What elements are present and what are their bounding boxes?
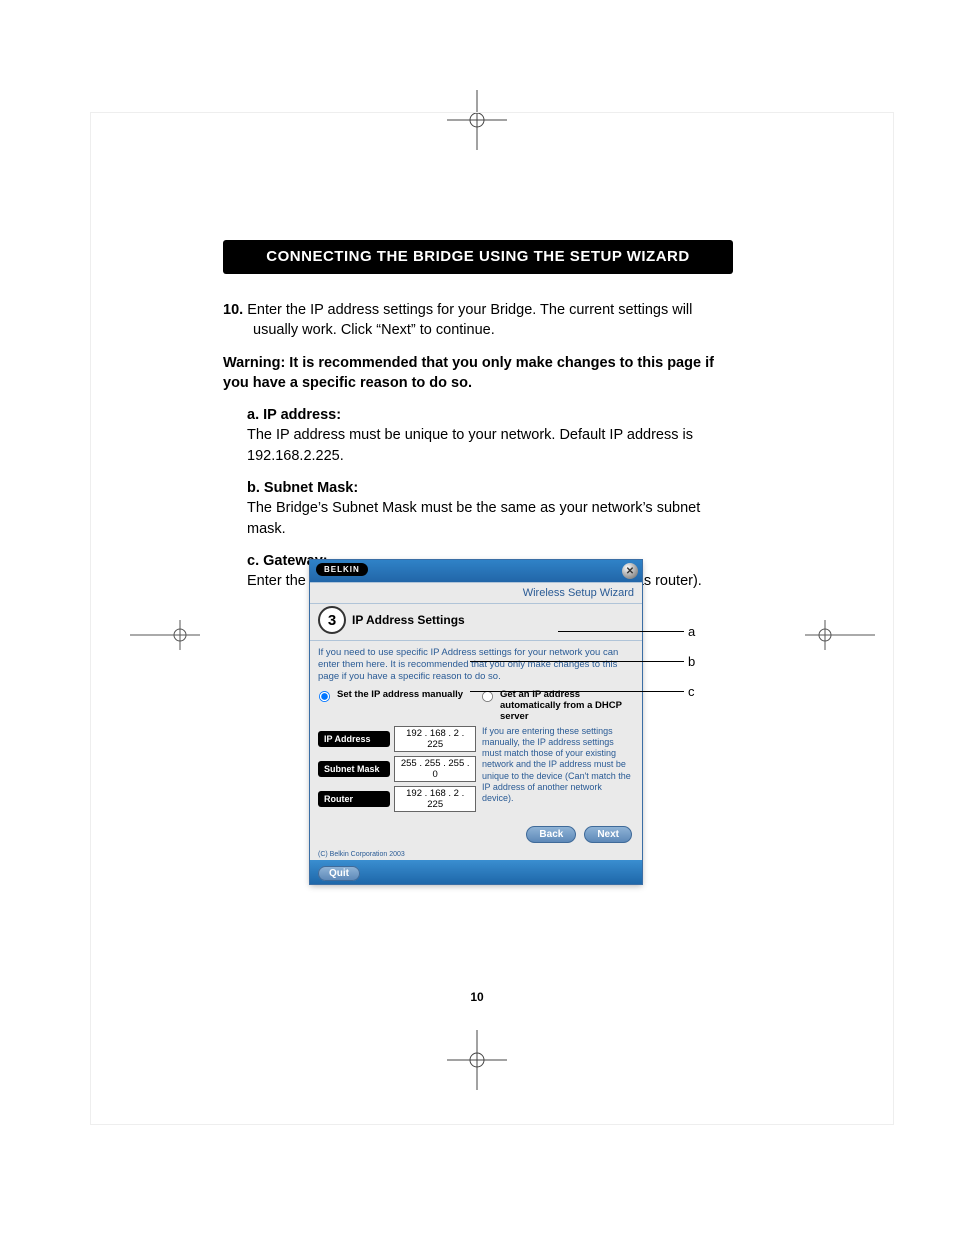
subnet-mask-input[interactable]: 255 . 255 . 255 . 0 [394, 756, 476, 782]
section-a: a. IP address: The IP address must be un… [223, 405, 733, 466]
wizard-buttons: Back Next [310, 820, 642, 849]
wizard-subheader: Wireless Setup Wizard [310, 582, 642, 604]
radio-manual-label: Set the IP address manually [337, 689, 463, 700]
radio-dhcp[interactable]: Get an IP address automatically from a D… [481, 689, 634, 722]
section-b: b. Subnet Mask: The Bridge’s Subnet Mask… [223, 478, 733, 539]
router-input[interactable]: 192 . 168 . 2 . 225 [394, 786, 476, 812]
callout-c: c [688, 684, 695, 699]
ip-address-input[interactable]: 192 . 168 . 2 . 225 [394, 726, 476, 752]
step-text: Enter the IP address settings for your B… [247, 302, 692, 338]
wizard-quit-bar: Quit [310, 860, 642, 884]
leader-line-b [470, 661, 684, 662]
back-button[interactable]: Back [526, 826, 576, 843]
wizard-body: If you need to use specific IP Address s… [310, 641, 642, 820]
page-number: 10 [0, 990, 954, 1004]
section-a-head: a. IP address: [247, 407, 341, 423]
crop-mark-bottom [447, 1030, 507, 1090]
section-title-ribbon: CONNECTING THE BRIDGE USING THE SETUP WI… [223, 240, 733, 274]
belkin-logo: BELKIN [316, 563, 368, 576]
callout-a: a [688, 624, 695, 639]
ip-fields: IP Address 192 . 168 . 2 . 225 Subnet Ma… [318, 726, 476, 816]
wizard-step-row: 3 IP Address Settings [310, 604, 642, 641]
quit-button[interactable]: Quit [318, 866, 360, 881]
wizard-tip-text: If you are entering these settings manua… [482, 726, 634, 816]
body-text: 10. Enter the IP address settings for yo… [223, 300, 733, 604]
wizard-dialog: BELKIN ✕ Wireless Setup Wizard 3 IP Addr… [310, 560, 642, 884]
radio-manual-input[interactable] [319, 691, 330, 702]
step-number-circle: 3 [318, 606, 346, 634]
wizard-info-text: If you need to use specific IP Address s… [318, 647, 634, 683]
manual-page: CONNECTING THE BRIDGE USING THE SETUP WI… [0, 0, 954, 1235]
radio-dhcp-input[interactable] [482, 691, 493, 702]
step-10: 10. Enter the IP address settings for yo… [223, 300, 733, 341]
warning-text: Warning: It is recommended that you only… [223, 353, 733, 394]
step-number: 10. [223, 302, 243, 318]
close-icon: ✕ [626, 566, 634, 577]
callout-b: b [688, 654, 695, 669]
crop-mark-left [130, 620, 200, 650]
wizard-step-title: IP Address Settings [352, 613, 465, 627]
next-button[interactable]: Next [584, 826, 632, 843]
wizard-copyright: (C) Belkin Corporation 2003 [310, 849, 642, 860]
router-label: Router [318, 791, 390, 807]
wizard-header-right: Wireless Setup Wizard [523, 587, 634, 599]
crop-mark-right [805, 620, 875, 650]
ip-address-label: IP Address [318, 731, 390, 747]
wizard-header: BELKIN ✕ [310, 560, 642, 582]
section-b-text: The Bridge’s Subnet Mask must be the sam… [247, 500, 700, 536]
leader-line-c [470, 691, 684, 692]
crop-mark-top [447, 90, 507, 150]
close-button[interactable]: ✕ [622, 563, 638, 579]
radio-manual[interactable]: Set the IP address manually [318, 689, 471, 703]
section-b-head: b. Subnet Mask: [247, 480, 358, 496]
section-a-text: The IP address must be unique to your ne… [247, 427, 693, 463]
leader-line-a [558, 631, 684, 632]
radio-dhcp-label: Get an IP address automatically from a D… [500, 689, 634, 722]
subnet-mask-label: Subnet Mask [318, 761, 390, 777]
